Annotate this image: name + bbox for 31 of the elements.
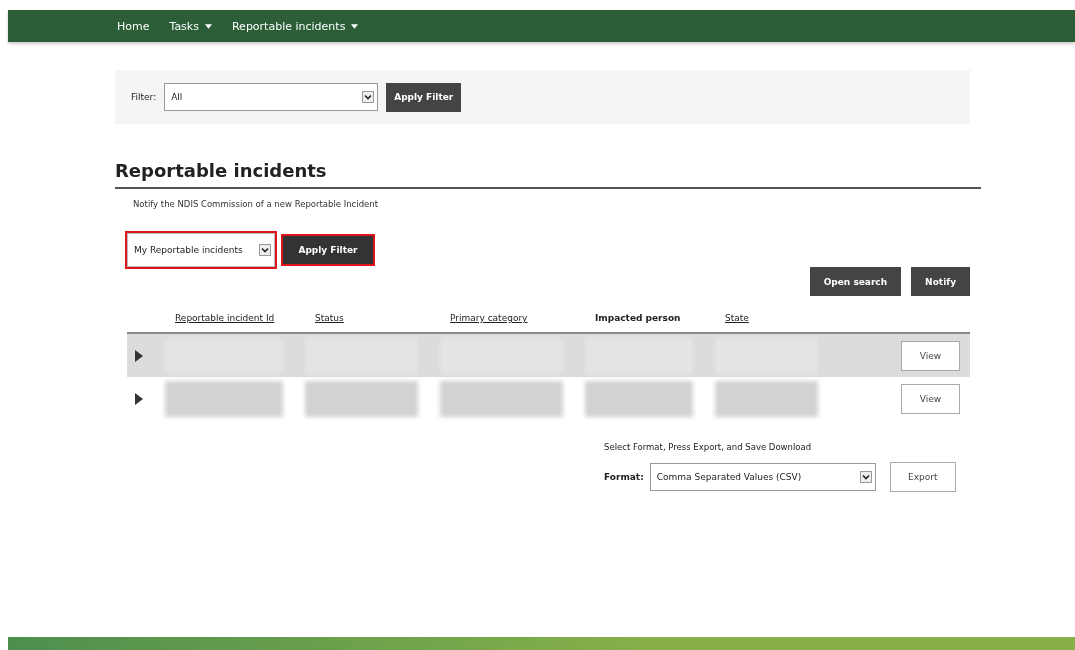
- apply-filter-button[interactable]: Apply Filter: [283, 236, 373, 264]
- filter-select[interactable]: All: [164, 83, 379, 111]
- caret-icon: [204, 23, 212, 29]
- expand-icon[interactable]: [135, 392, 143, 405]
- nav-link[interactable]: Home: [117, 19, 150, 33]
- notify-link[interactable]: Notify the NDIS Commission of a new Reportable Incident: [133, 199, 970, 209]
- sort-link[interactable]: Primary category: [440, 313, 585, 323]
- nav-link[interactable]: Tasks: [169, 19, 212, 33]
- view-button[interactable]: View: [901, 340, 960, 371]
- sort-link[interactable]: Status: [305, 313, 440, 323]
- apply-filter-button[interactable]: Apply Filter: [386, 82, 462, 112]
- chevron-icon: [259, 243, 271, 257]
- chevron-icon: [362, 90, 375, 104]
- page-heading: Reportable incidents: [115, 160, 981, 189]
- expand-icon[interactable]: [135, 349, 143, 362]
- nav-link[interactable]: Reportable incidents: [231, 19, 359, 33]
- chevron-icon: [859, 470, 872, 484]
- view-button[interactable]: View: [901, 383, 960, 414]
- action-button[interactable]: Open search: [809, 267, 902, 296]
- format-label: Format:: [604, 472, 644, 482]
- export-button[interactable]: Export: [889, 462, 956, 492]
- column-header: Impacted person: [594, 313, 682, 323]
- sort-link[interactable]: State: [715, 313, 840, 323]
- format-select[interactable]: Comma Separated Values (CSV): [649, 463, 876, 491]
- caret-icon: [351, 23, 359, 29]
- sort-link[interactable]: Reportable incident Id: [165, 313, 305, 323]
- table-row[interactable]: View: [127, 334, 970, 377]
- export-instructions: Select Format, Press Export, and Save Download: [604, 442, 813, 452]
- filter-label: Filter:: [131, 92, 157, 102]
- incident-filter-select[interactable]: My Reportable incidents: [127, 233, 275, 267]
- action-button[interactable]: Notify: [911, 267, 970, 296]
